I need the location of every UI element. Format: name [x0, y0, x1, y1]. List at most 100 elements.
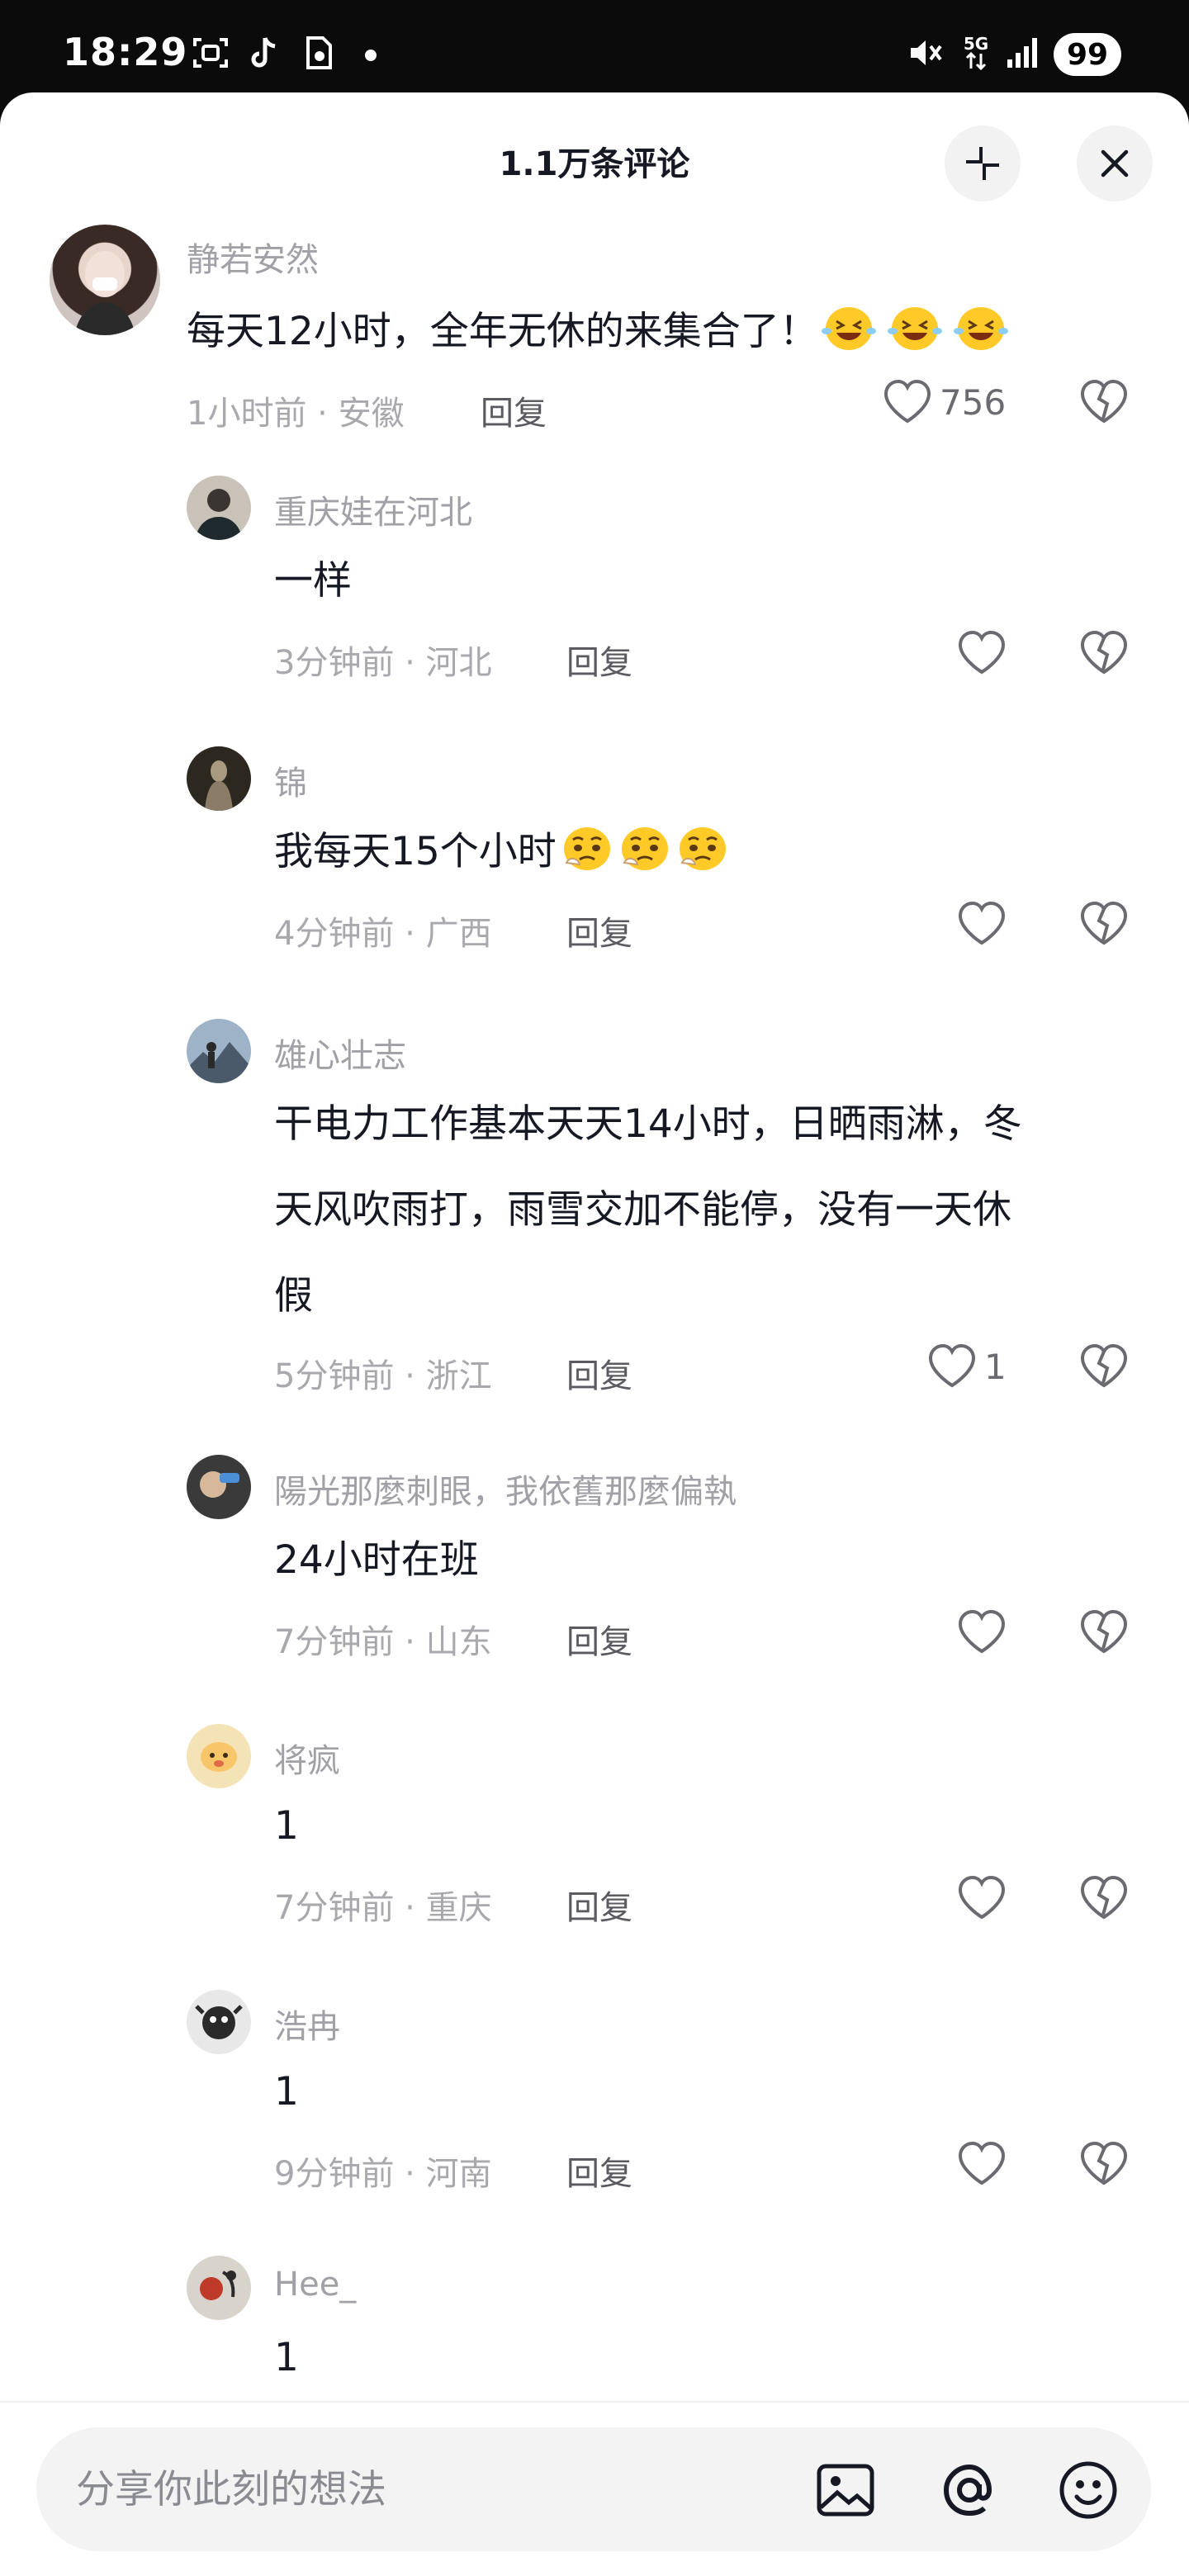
comment-author[interactable]: 雄心壮志 [274, 1029, 406, 1077]
at-icon [943, 2464, 992, 2517]
signal-icon [1004, 35, 1044, 71]
avatar[interactable] [187, 1455, 251, 1519]
pleading-emoji [557, 827, 730, 874]
comment-input[interactable] [76, 2427, 770, 2551]
comment-text: 干电力工作基本天天14小时，日晒雨淋，冬 天风吹雨打，雨雪交加不能停，没有一天休… [274, 1082, 1133, 1339]
smiley-icon [1059, 2461, 1117, 2519]
heart-icon [883, 379, 931, 424]
reply-button[interactable]: 回复 [566, 1349, 632, 1397]
dislike-button[interactable] [1078, 900, 1130, 951]
comment-author[interactable]: 静若安然 [187, 233, 319, 281]
like-button[interactable] [956, 900, 1014, 948]
status-time: 18:29 [63, 30, 188, 74]
note-icon [301, 35, 337, 71]
comment-text: 24小时在班 [274, 1537, 479, 1583]
status-bar: 18:29 5G 99 [0, 0, 1189, 106]
collapse-icon [966, 147, 999, 180]
comment-meta: 7分钟前 · 山东 [274, 1623, 492, 1661]
comment-input-pill[interactable] [36, 2427, 1151, 2551]
scan-icon [190, 35, 231, 71]
comment-input-bar [0, 2401, 1189, 2576]
avatar[interactable] [187, 2256, 251, 2320]
tiktok-icon [244, 35, 282, 71]
like-count: 756 [940, 381, 1007, 423]
like-button[interactable] [956, 629, 1014, 677]
like-button[interactable]: 1 [926, 1342, 1007, 1390]
network-label: 5G [963, 34, 989, 54]
comment-text: 我每天15个小时 [274, 809, 1100, 895]
avatar[interactable] [50, 225, 160, 335]
like-button[interactable] [956, 2140, 1014, 2188]
laughing-wink-emoji [818, 307, 1016, 354]
dislike-button[interactable] [1078, 1608, 1130, 1660]
comment-meta: 7分钟前 · 重庆 [274, 1889, 492, 1927]
comment-text-line: 天风吹雨打，雨雪交加不能停，没有一天休 [274, 1187, 1011, 1233]
dislike-button[interactable] [1078, 1874, 1130, 1925]
comment-author[interactable]: 陽光那麼刺眼，我依舊那麼偏執 [274, 1465, 737, 1513]
emoji-button[interactable] [1055, 2457, 1121, 2523]
comment-author[interactable]: 将疯 [274, 1734, 340, 1782]
comment-text: 1 [274, 1803, 299, 1849]
avatar[interactable] [187, 746, 251, 811]
broken-heart-icon [1080, 1343, 1128, 1388]
avatar[interactable] [187, 1990, 251, 2054]
broken-heart-icon [1080, 2141, 1128, 2185]
heart-icon [928, 1343, 976, 1388]
broken-heart-icon [1080, 379, 1128, 424]
comment-meta: 5分钟前 · 浙江 [274, 1357, 492, 1395]
comment-text-content: 每天12小时，全年无休的来集合了！ [187, 309, 818, 354]
broken-heart-icon [1080, 1609, 1128, 1654]
dislike-button[interactable] [1078, 378, 1130, 429]
comment-text: 每天12小时，全年无休的来集合了！ [187, 289, 1128, 375]
avatar[interactable] [187, 1724, 251, 1788]
comment-author[interactable]: Hee_ [274, 2266, 356, 2304]
avatar[interactable] [187, 1019, 251, 1083]
heart-icon [958, 1609, 1006, 1654]
comment-text: 1 [274, 2335, 299, 2380]
reply-button[interactable]: 回复 [566, 2147, 632, 2195]
like-count: 1 [984, 1346, 1007, 1387]
heart-icon [958, 1875, 1006, 1920]
comment-text-line: 干电力工作基本天天14小时，日晒雨淋，冬 [274, 1101, 1022, 1147]
comment-meta: 3分钟前 · 河北 [274, 644, 492, 682]
heart-icon [958, 630, 1006, 675]
comment-text: 一样 [274, 558, 352, 604]
broken-heart-icon [1080, 630, 1128, 675]
broken-heart-icon [1080, 1875, 1128, 1920]
comments-sheet: 1.1万条评论 静若安然 每天12小时，全年无休的来集合了！ 1小时前 · 安徽… [0, 92, 1189, 2576]
like-button[interactable] [956, 1608, 1014, 1656]
like-button[interactable]: 756 [882, 378, 1006, 426]
broken-heart-icon [1080, 901, 1128, 945]
comment-meta: 4分钟前 · 广西 [274, 915, 492, 953]
comment-author[interactable]: 浩冉 [274, 2000, 340, 2048]
image-button[interactable] [812, 2457, 879, 2523]
notification-dot [365, 50, 377, 61]
comment-meta: 1小时前 · 安徽 [187, 395, 405, 433]
close-icon [1101, 149, 1129, 178]
comment-author[interactable]: 重庆娃在河北 [274, 485, 472, 533]
heart-icon [958, 2141, 1006, 2185]
heart-icon [958, 901, 1006, 945]
dislike-button[interactable] [1078, 1342, 1130, 1394]
dislike-button[interactable] [1078, 629, 1130, 680]
collapse-button[interactable] [945, 125, 1021, 201]
network-5g-icon: 5G [958, 35, 994, 71]
mention-button[interactable] [936, 2457, 1002, 2523]
close-button[interactable] [1077, 125, 1153, 201]
image-icon [817, 2464, 874, 2517]
like-button[interactable] [956, 1874, 1014, 1922]
reply-button[interactable]: 回复 [566, 907, 632, 954]
comment-text-content: 我每天15个小时 [274, 829, 557, 874]
comment-meta: 9分钟前 · 河南 [274, 2155, 492, 2193]
reply-button[interactable]: 回复 [481, 386, 547, 434]
reply-button[interactable]: 回复 [566, 1881, 632, 1929]
mute-icon [907, 35, 946, 71]
reply-button[interactable]: 回复 [566, 1615, 632, 1663]
comment-author[interactable]: 锦 [274, 756, 307, 804]
comment-text: 1 [274, 2069, 299, 2114]
dislike-button[interactable] [1078, 2140, 1130, 2191]
battery-indicator: 99 [1054, 33, 1121, 76]
avatar[interactable] [187, 476, 251, 540]
comment-text-line: 假 [274, 1273, 313, 1319]
reply-button[interactable]: 回复 [566, 636, 632, 684]
